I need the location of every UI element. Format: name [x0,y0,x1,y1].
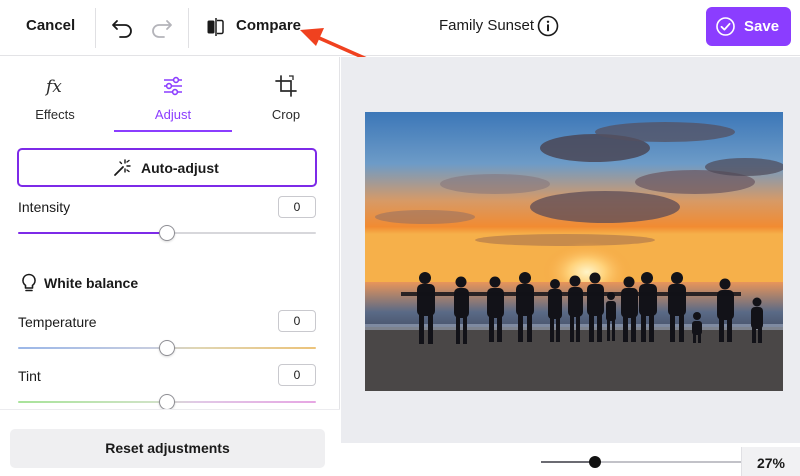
zoom-slider-fill [541,461,595,463]
intensity-value-input[interactable]: 0 [278,196,316,218]
tab-adjust[interactable]: Adjust [114,57,232,133]
tint-label: Tint [18,368,41,384]
save-button[interactable]: Save [706,7,791,46]
divider [95,8,96,48]
adjust-panel: fx Effects Adjust Crop Auto-adjust Inten… [0,57,340,476]
zoom-slider-thumb[interactable] [589,456,601,468]
document-title: Family Sunset [439,17,535,34]
sliders-icon [164,76,182,96]
reset-adjustments-button[interactable]: Reset adjustments [10,429,325,468]
intensity-slider-thumb[interactable] [159,225,175,241]
reset-adjustments-label: Reset adjustments [105,440,230,456]
check-circle-icon [716,17,735,36]
zoom-bar: 27% [341,443,800,476]
divider [188,8,189,48]
fx-icon: fx [44,77,62,97]
tab-label: Effects [35,107,75,122]
info-icon[interactable] [537,15,559,37]
tab-crop[interactable]: Crop [232,57,340,133]
tab-label: Adjust [154,107,192,122]
magic-wand-icon [114,159,131,176]
zoom-level-button[interactable]: 27% [741,447,800,476]
lightbulb-icon [22,273,36,292]
svg-text:fx: fx [44,77,62,97]
tab-effects[interactable]: fx Effects [0,57,110,133]
tint-value-input[interactable]: 0 [278,364,316,386]
photo-image[interactable] [365,112,783,391]
crop-icon [275,75,297,97]
redo-icon[interactable] [148,14,174,40]
cancel-button[interactable]: Cancel [26,17,75,34]
tint-slider-thumb[interactable] [159,394,175,410]
editor-canvas [341,57,800,443]
compare-button[interactable]: Compare [236,17,301,34]
save-label: Save [744,18,780,35]
tab-label: Crop [271,107,301,122]
auto-adjust-label: Auto-adjust [141,160,219,176]
intensity-label: Intensity [18,199,71,215]
temperature-value-input[interactable]: 0 [278,310,316,332]
temperature-slider-thumb[interactable] [159,340,175,356]
zoom-level-label: 27% [756,455,786,471]
white-balance-heading: White balance [44,275,139,291]
compare-icon[interactable] [206,17,226,37]
zoom-slider-track[interactable] [541,461,741,463]
auto-adjust-button[interactable]: Auto-adjust [17,148,317,187]
temperature-label: Temperature [18,314,97,330]
active-tab-indicator [114,130,232,132]
undo-icon[interactable] [110,14,136,40]
reset-footer: Reset adjustments [0,409,340,476]
top-toolbar: Cancel Compare Family Sunset Save [0,0,800,66]
